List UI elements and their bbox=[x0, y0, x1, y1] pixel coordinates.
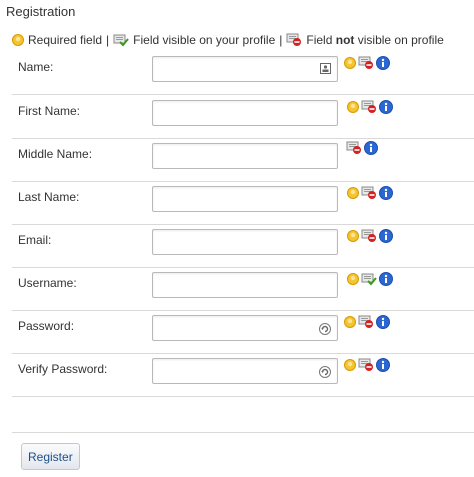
verify-password-input[interactable] bbox=[153, 359, 337, 383]
middle-name-input[interactable] bbox=[153, 144, 337, 168]
visible-on-profile-icon[interactable] bbox=[361, 272, 377, 286]
field-label-username: Username: bbox=[18, 276, 77, 290]
required-icon bbox=[347, 273, 359, 285]
not-visible-on-profile-icon[interactable] bbox=[346, 141, 362, 155]
first-name-input[interactable] bbox=[153, 101, 337, 125]
field-status-icons bbox=[347, 229, 395, 243]
field-box-username bbox=[152, 272, 338, 298]
page-title: Registration bbox=[6, 4, 76, 19]
password-input[interactable] bbox=[153, 316, 337, 340]
required-icon bbox=[347, 187, 359, 199]
not-visible-on-profile-icon[interactable] bbox=[358, 56, 374, 70]
field-status-icons bbox=[347, 186, 395, 200]
form-row-username: Username: bbox=[12, 268, 474, 311]
info-icon[interactable] bbox=[376, 56, 390, 70]
form-row-verify-password: Verify Password: bbox=[12, 354, 474, 397]
required-icon bbox=[344, 359, 356, 371]
info-icon[interactable] bbox=[379, 229, 393, 243]
legend-not-bold: not bbox=[335, 33, 355, 47]
legend-not-visible-suffix: visible on profile bbox=[357, 33, 444, 47]
form-row-middle-name: Middle Name: bbox=[12, 139, 474, 182]
legend: Required field | Field visible on your p… bbox=[12, 33, 444, 47]
not-visible-on-profile-icon[interactable] bbox=[361, 100, 377, 114]
required-icon bbox=[344, 316, 356, 328]
form-divider bbox=[12, 432, 474, 433]
last-name-input[interactable] bbox=[153, 187, 337, 211]
field-status-icons bbox=[344, 358, 392, 372]
not-visible-on-profile-icon[interactable] bbox=[358, 315, 374, 329]
field-box-email bbox=[152, 229, 338, 255]
field-status-icons bbox=[347, 272, 395, 286]
field-label-name: Name: bbox=[18, 60, 54, 74]
visible-on-profile-icon bbox=[113, 33, 129, 47]
field-box-verify-password bbox=[152, 358, 338, 384]
username-input[interactable] bbox=[153, 273, 337, 297]
refresh-icon[interactable] bbox=[319, 323, 331, 338]
form-row-first-name: First Name: bbox=[12, 96, 474, 139]
field-box-name bbox=[152, 56, 338, 82]
field-label-last-name: Last Name: bbox=[18, 190, 80, 204]
legend-separator: | bbox=[106, 33, 110, 47]
legend-separator: | bbox=[279, 33, 283, 47]
id-card-icon bbox=[320, 63, 331, 77]
not-visible-on-profile-icon[interactable] bbox=[361, 186, 377, 200]
required-icon bbox=[344, 57, 356, 69]
form-row-email: Email: bbox=[12, 225, 474, 268]
info-icon[interactable] bbox=[364, 141, 378, 155]
required-icon bbox=[347, 230, 359, 242]
field-box-last-name bbox=[152, 186, 338, 212]
email-input[interactable] bbox=[153, 230, 337, 254]
field-status-icons bbox=[344, 56, 392, 70]
field-status-icons bbox=[346, 141, 380, 155]
info-icon[interactable] bbox=[376, 358, 390, 372]
field-label-password: Password: bbox=[18, 319, 75, 333]
field-label-email: Email: bbox=[18, 233, 52, 247]
legend-required-text: Required field bbox=[28, 33, 103, 47]
required-icon bbox=[347, 101, 359, 113]
info-icon[interactable] bbox=[379, 100, 393, 114]
form-row-password: Password: bbox=[12, 311, 474, 354]
register-button[interactable]: Register bbox=[21, 443, 80, 470]
info-icon[interactable] bbox=[379, 272, 393, 286]
field-status-icons bbox=[344, 315, 392, 329]
field-box-password bbox=[152, 315, 338, 341]
info-icon[interactable] bbox=[379, 186, 393, 200]
legend-not-visible-prefix: Field bbox=[306, 33, 333, 47]
field-label-verify-password: Verify Password: bbox=[18, 362, 108, 376]
form-row-last-name: Last Name: bbox=[12, 182, 474, 225]
field-label-first-name: First Name: bbox=[18, 104, 81, 118]
field-label-middle-name: Middle Name: bbox=[18, 147, 93, 161]
field-box-middle-name bbox=[152, 143, 338, 169]
not-visible-on-profile-icon bbox=[286, 33, 302, 47]
form-row-name: Name: bbox=[12, 52, 474, 95]
required-icon bbox=[12, 34, 24, 46]
legend-visible-text: Field visible on your profile bbox=[133, 33, 276, 47]
info-icon[interactable] bbox=[376, 315, 390, 329]
not-visible-on-profile-icon[interactable] bbox=[358, 358, 374, 372]
not-visible-on-profile-icon[interactable] bbox=[361, 229, 377, 243]
field-box-first-name bbox=[152, 100, 338, 126]
field-status-icons bbox=[347, 100, 395, 114]
name-input[interactable] bbox=[153, 57, 337, 81]
refresh-icon[interactable] bbox=[319, 366, 331, 381]
